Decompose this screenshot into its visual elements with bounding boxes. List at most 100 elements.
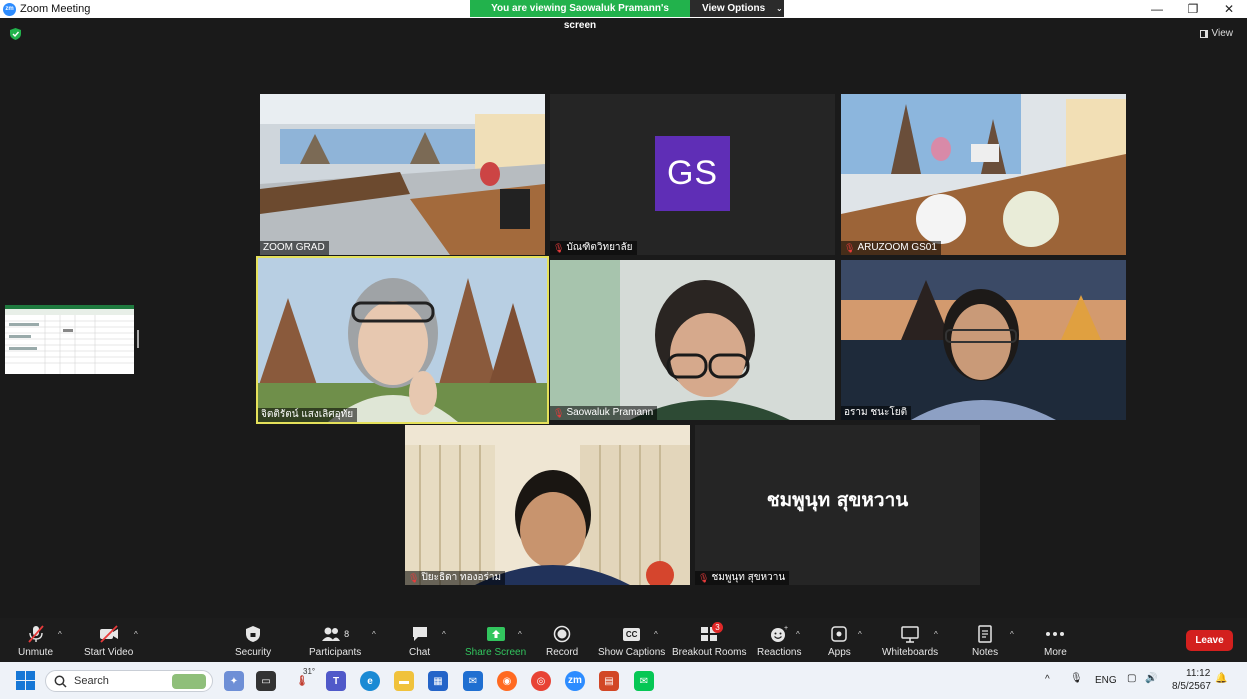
security-button[interactable]: Security [235, 624, 271, 658]
thumbnail-resize-handle[interactable] [137, 330, 139, 348]
clock-time[interactable]: 11:12 [1186, 668, 1210, 679]
participant-name-tag: 🎙 ชมพูนุท สุขหวาน [695, 571, 790, 585]
video-tile[interactable]: ZOOM GRAD [260, 94, 545, 255]
network-icon[interactable]: ▢ [1127, 673, 1136, 684]
reactions-button[interactable]: + Reactions [757, 624, 801, 658]
video-tile[interactable]: 🎙 ARUZOOM GS01 [841, 94, 1126, 255]
chrome-icon[interactable]: ◎ [531, 671, 551, 691]
participants-count: 8 [344, 629, 350, 639]
copilot-icon[interactable]: ✦ [224, 671, 244, 691]
share-screen-button[interactable]: Share Screen [465, 624, 526, 658]
tray-overflow-chevron-icon[interactable]: ^ [1045, 674, 1050, 685]
taskbar-search-box[interactable]: Search [45, 670, 213, 692]
security-shield-icon [246, 626, 261, 642]
mic-muted-icon: 🎙 [553, 408, 565, 418]
captions-options-chevron-icon[interactable]: ^ [654, 630, 658, 639]
clock-date[interactable]: 8/5/2567 [1172, 681, 1211, 692]
chat-button[interactable]: Chat [409, 624, 430, 658]
notes-button[interactable]: Notes [972, 624, 998, 658]
record-button[interactable]: Record [546, 624, 578, 658]
apps-button[interactable]: Apps [828, 624, 851, 658]
participants-options-chevron-icon[interactable]: ^ [372, 630, 376, 639]
apps-options-chevron-icon[interactable]: ^ [858, 630, 862, 639]
notes-options-chevron-icon[interactable]: ^ [1010, 630, 1014, 639]
unmute-label: Unmute [18, 647, 54, 658]
zoom-window: zm Zoom Meeting — ❐ ✕ You are viewing Sa… [0, 0, 1247, 699]
microsoft-store-icon[interactable]: ▦ [428, 671, 448, 691]
video-tile-active-speaker[interactable]: จิตติรัตน์ แสงเลิศอุทัย [256, 256, 549, 424]
task-view-icon[interactable]: ▭ [256, 671, 276, 691]
notification-bell-icon[interactable]: 🔔 [1215, 673, 1227, 684]
video-tile[interactable]: GS 🎙 บัณฑิตวิทยาลัย [550, 94, 835, 255]
zoom-logo-icon: zm [3, 2, 16, 16]
participant-name-tag: 🎙 ARUZOOM GS01 [841, 241, 941, 255]
participant-name-tag: 🎙 บัณฑิตวิทยาลัย [550, 241, 637, 255]
breakout-rooms-button[interactable]: 3 Breakout Rooms [672, 622, 746, 658]
participant-name: ZOOM GRAD [263, 242, 325, 253]
reactions-smiley-icon: + [771, 625, 788, 642]
view-button[interactable]: View [1199, 28, 1234, 39]
participant-name-tag: 🎙 ปิยะธิดา ทองอร่าม [405, 571, 506, 585]
firefox-icon[interactable]: ◉ [497, 671, 517, 691]
search-highlight-image-icon [172, 674, 206, 689]
view-label: View [1211, 28, 1234, 39]
shared-screen-thumbnail[interactable] [5, 305, 134, 374]
encryption-shield-icon[interactable] [10, 28, 21, 40]
input-language[interactable]: ENG [1095, 675, 1117, 686]
whiteboards-options-chevron-icon[interactable]: ^ [934, 630, 938, 639]
audio-options-chevron-icon[interactable]: ^ [58, 630, 62, 639]
mic-muted-icon: 🎙 [698, 573, 710, 583]
unmute-button[interactable]: Unmute [18, 624, 53, 658]
minimize-button[interactable]: — [1139, 0, 1175, 18]
more-button[interactable]: More [1044, 624, 1067, 658]
file-explorer-icon[interactable]: ▬ [394, 671, 414, 691]
spreadsheet-preview-icon [5, 309, 134, 374]
meeting-toolbar: Unmute ^ Start Video ^ Security 8 Partic… [0, 618, 1247, 662]
participant-name-tag: อราม ชนะโยติ [841, 406, 912, 420]
restore-button[interactable]: ❐ [1175, 0, 1211, 18]
microphone-muted-icon [27, 625, 44, 643]
video-options-chevron-icon[interactable]: ^ [134, 630, 138, 639]
participant-name: ปิยะธิดา ทองอร่าม [421, 572, 502, 583]
video-tile[interactable]: 🎙 Saowaluk Pramann [550, 260, 835, 420]
participant-name: Saowaluk Pramann [566, 407, 654, 418]
chat-bubble-icon [412, 627, 427, 641]
line-messenger-icon[interactable]: ✉ [634, 671, 654, 691]
close-button[interactable]: ✕ [1211, 0, 1247, 18]
edge-browser-icon[interactable]: e [360, 671, 380, 691]
view-options-button[interactable]: View Options ⌄ [690, 0, 784, 17]
record-icon [553, 625, 571, 643]
leave-button[interactable]: Leave [1186, 630, 1233, 651]
video-tile[interactable]: 🎙 ปิยะธิดา ทองอร่าม [405, 425, 690, 585]
notes-icon [978, 625, 992, 643]
window-controls: — ❐ ✕ [1139, 0, 1247, 18]
share-options-chevron-icon[interactable]: ^ [518, 630, 522, 639]
participant-name-tag: 🎙 Saowaluk Pramann [550, 406, 658, 420]
security-label: Security [235, 647, 272, 658]
zoom-taskbar-icon[interactable]: zm [565, 671, 585, 691]
teams-icon[interactable]: T [326, 671, 346, 691]
chat-options-chevron-icon[interactable]: ^ [442, 630, 446, 639]
participant-video [405, 425, 690, 585]
participants-button[interactable]: 8 Participants [309, 624, 361, 658]
breakout-rooms-badge: 3 [712, 622, 723, 633]
participant-name: จิตติรัตน์ แสงเลิศอุทัย [261, 409, 354, 420]
whiteboards-button[interactable]: Whiteboards [882, 624, 938, 658]
record-label: Record [546, 647, 579, 658]
office-app-icon[interactable]: ▤ [599, 671, 619, 691]
mail-icon[interactable]: ✉ [463, 671, 483, 691]
participant-display-name: ชมพูนุท สุขหวาน [766, 489, 909, 511]
video-tile[interactable]: อราม ชนะโยติ [841, 260, 1126, 420]
reactions-options-chevron-icon[interactable]: ^ [796, 630, 800, 639]
video-off-icon [99, 625, 118, 643]
whiteboard-icon [901, 626, 919, 643]
chevron-down-icon: ⌄ [775, 4, 783, 13]
volume-icon[interactable]: 🔊 [1145, 673, 1157, 684]
tray-microphone-icon[interactable]: 🎙 [1070, 673, 1083, 684]
start-video-button[interactable]: Start Video [84, 624, 133, 658]
show-captions-label: Show Captions [598, 647, 666, 658]
windows-start-icon[interactable] [16, 671, 35, 690]
more-label: More [1044, 647, 1067, 658]
video-tile[interactable]: ชมพูนุท สุขหวาน 🎙 ชมพูนุท สุขหวาน [695, 425, 980, 585]
search-icon [54, 675, 67, 688]
